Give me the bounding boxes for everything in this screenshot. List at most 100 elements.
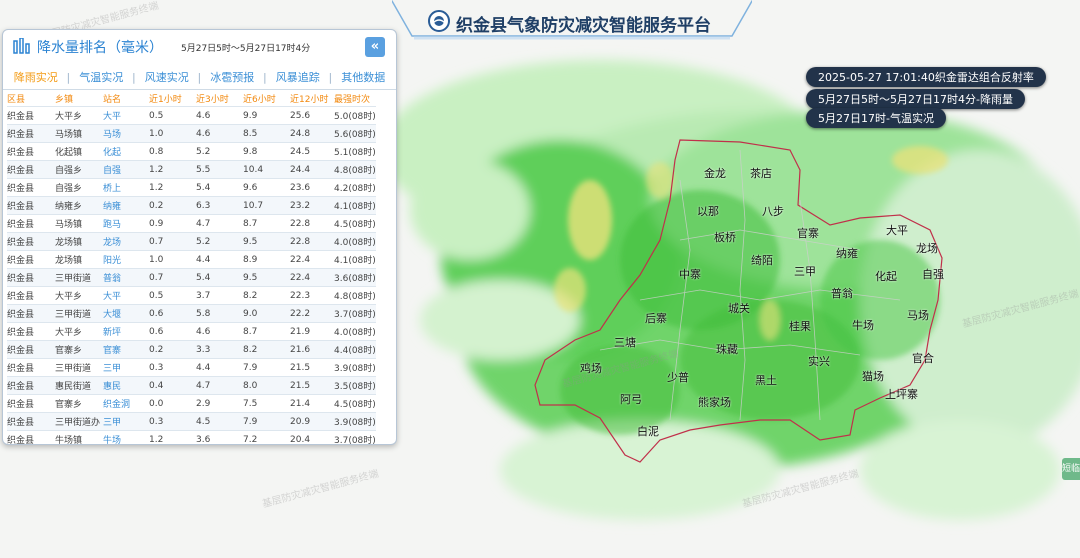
table-row[interactable]: 织金县 马场镇 跑马 0.9 4.7 8.7 22.8 4.5(08时): [7, 214, 376, 233]
tab-other[interactable]: 其他数据: [329, 68, 397, 88]
collapse-panel-button[interactable]: «: [365, 37, 385, 57]
town-label: 八步: [762, 205, 784, 218]
table-cell: 0.5: [149, 286, 196, 305]
town-label: 黑土: [755, 374, 777, 387]
table-row[interactable]: 织金县 龙场镇 龙场 0.7 5.2 9.5 22.8 4.0(08时): [7, 232, 376, 251]
table-cell: 5.0(08时): [334, 106, 376, 125]
table-cell: 8.0: [243, 376, 290, 395]
table-cell: 22.8: [290, 214, 334, 233]
table-row[interactable]: 织金县 纳雍乡 纳雍 0.2 6.3 10.7 23.2 4.1(08时): [7, 196, 376, 215]
table-cell: 桥上: [103, 178, 149, 197]
rain-range-label[interactable]: 5月27日5时～5月27日17时4分-降雨量: [806, 89, 1025, 109]
table-cell: 5.4: [196, 178, 243, 197]
table-row[interactable]: 织金县 龙场镇 阳光 1.0 4.4 8.9 22.4 4.1(08时): [7, 250, 376, 269]
table-cell: 22.4: [290, 250, 334, 269]
table-row[interactable]: 织金县 自强乡 桥上 1.2 5.4 9.6 23.6 4.2(08时): [7, 178, 376, 197]
table-row[interactable]: 织金县 惠民街道 惠民 0.4 4.7 8.0 21.5 3.5(08时): [7, 376, 376, 395]
table-cell: 4.6: [196, 106, 243, 125]
table-cell: 化起镇: [55, 142, 103, 161]
table-cell: 三甲街道: [55, 358, 103, 377]
temp-time-label[interactable]: 5月27日17时-气温实况: [806, 108, 946, 128]
col-town: 乡镇: [55, 95, 74, 105]
table-cell: 8.5: [243, 124, 290, 143]
table-cell: 3.7: [196, 286, 243, 305]
table-cell: 20.4: [290, 430, 334, 444]
table-cell: 3.9(08时): [334, 358, 376, 377]
table-cell: 4.0(08时): [334, 232, 376, 251]
table-cell: 纳雍: [103, 196, 149, 215]
rainfall-table: 区县 乡镇 站名 近1小时 近3小时 近6小时 近12小时 最强时次 织金县 大平…: [7, 91, 376, 444]
table-row[interactable]: 织金县 牛场镇 牛场 1.2 3.6 7.2 20.4 3.7(08时): [7, 430, 376, 444]
col-station: 站名: [103, 95, 122, 105]
table-cell: 化起: [103, 142, 149, 161]
table-cell: 8.2: [243, 340, 290, 359]
nowcast-button[interactable]: 短临: [1062, 458, 1080, 480]
table-cell: 4.5(08时): [334, 394, 376, 413]
col-1h[interactable]: 近1小时: [149, 91, 196, 107]
table-cell: 自强: [103, 160, 149, 179]
table-cell: 21.9: [290, 322, 334, 341]
table-cell: 龙场镇: [55, 250, 103, 269]
tab-rain[interactable]: 降雨实况: [3, 68, 69, 88]
table-cell: 0.3: [149, 412, 196, 431]
table-row[interactable]: 织金县 化起镇 化起 0.8 5.2 9.8 24.5 5.1(08时): [7, 142, 376, 161]
town-label: 化起: [875, 270, 897, 283]
table-cell: 25.6: [290, 106, 334, 125]
table-cell: 4.7: [196, 214, 243, 233]
col-3h[interactable]: 近3小时: [196, 91, 243, 107]
table-cell: 三甲街道办: [55, 412, 103, 431]
table-cell: 10.7: [243, 196, 290, 215]
table-cell: 牛场: [103, 430, 149, 444]
table-row[interactable]: 织金县 官寨乡 官寨 0.2 3.3 8.2 21.6 4.4(08时): [7, 340, 376, 359]
town-label: 中寨: [679, 268, 701, 281]
table-row[interactable]: 织金县 大平乡 大平 0.5 3.7 8.2 22.3 4.8(08时): [7, 286, 376, 305]
table-cell: 惠民街道: [55, 376, 103, 395]
table-cell: 大堰: [103, 304, 149, 323]
table-row[interactable]: 织金县 三甲街道 大堰 0.6 5.8 9.0 22.2 3.7(08时): [7, 304, 376, 323]
table-cell: 织金县: [7, 124, 55, 143]
table-cell: 4.6: [196, 124, 243, 143]
table-cell: 4.8(08时): [334, 286, 376, 305]
tab-hail[interactable]: 冰雹预报: [198, 68, 266, 88]
town-label: 熊家场: [698, 396, 731, 409]
table-cell: 0.7: [149, 232, 196, 251]
table-row[interactable]: 织金县 三甲街道办 三甲 0.3 4.5 7.9 20.9 3.9(08时): [7, 412, 376, 431]
tab-storm[interactable]: 风暴追踪: [263, 68, 331, 88]
table-cell: 21.4: [290, 394, 334, 413]
col-12h[interactable]: 近12小时: [290, 91, 334, 107]
table-cell: 0.5: [149, 106, 196, 125]
table-cell: 0.6: [149, 304, 196, 323]
tab-wind[interactable]: 风速实况: [132, 68, 200, 88]
table-row[interactable]: 织金县 自强乡 自强 1.2 5.5 10.4 24.4 4.8(08时): [7, 160, 376, 179]
table-cell: 22.2: [290, 304, 334, 323]
table-cell: 纳雍乡: [55, 196, 103, 215]
table-row[interactable]: 织金县 官寨乡 织金洞 0.0 2.9 7.5 21.4 4.5(08时): [7, 394, 376, 413]
tab-temperature[interactable]: 气温实况: [67, 68, 135, 88]
table-row[interactable]: 织金县 马场镇 马场 1.0 4.6 8.5 24.8 5.6(08时): [7, 124, 376, 143]
table-cell: 5.2: [196, 232, 243, 251]
table-row[interactable]: 织金县 大平乡 大平 0.5 4.6 9.9 25.6 5.0(08时): [7, 106, 376, 125]
table-cell: 4.1(08时): [334, 196, 376, 215]
table-cell: 织金县: [7, 412, 55, 431]
town-label: 自强: [922, 268, 944, 281]
town-label: 阿弓: [620, 393, 642, 406]
col-6h[interactable]: 近6小时: [243, 91, 290, 107]
table-cell: 织金县: [7, 196, 55, 215]
table-cell: 24.8: [290, 124, 334, 143]
radar-time-label[interactable]: 2025-05-27 17:01:40织金雷达组合反射率: [806, 67, 1046, 87]
table-cell: 0.2: [149, 196, 196, 215]
table-cell: 3.9(08时): [334, 412, 376, 431]
table-cell: 0.0: [149, 394, 196, 413]
table-cell: 24.4: [290, 160, 334, 179]
table-row[interactable]: 织金县 三甲街道 三甲 0.3 4.4 7.9 21.5 3.9(08时): [7, 358, 376, 377]
town-label: 牛场: [852, 319, 874, 332]
table-cell: 21.5: [290, 376, 334, 395]
col-county: 区县: [7, 95, 26, 105]
table-row[interactable]: 织金县 大平乡 新坪 0.6 4.6 8.7 21.9 4.0(08时): [7, 322, 376, 341]
table-row[interactable]: 织金县 三甲街道 普翁 0.7 5.4 9.5 22.4 3.6(08时): [7, 268, 376, 287]
table-cell: 织金县: [7, 430, 55, 444]
table-cell: 9.8: [243, 142, 290, 161]
table-cell: 7.9: [243, 358, 290, 377]
table-cell: 7.2: [243, 430, 290, 444]
table-cell: 惠民: [103, 376, 149, 395]
